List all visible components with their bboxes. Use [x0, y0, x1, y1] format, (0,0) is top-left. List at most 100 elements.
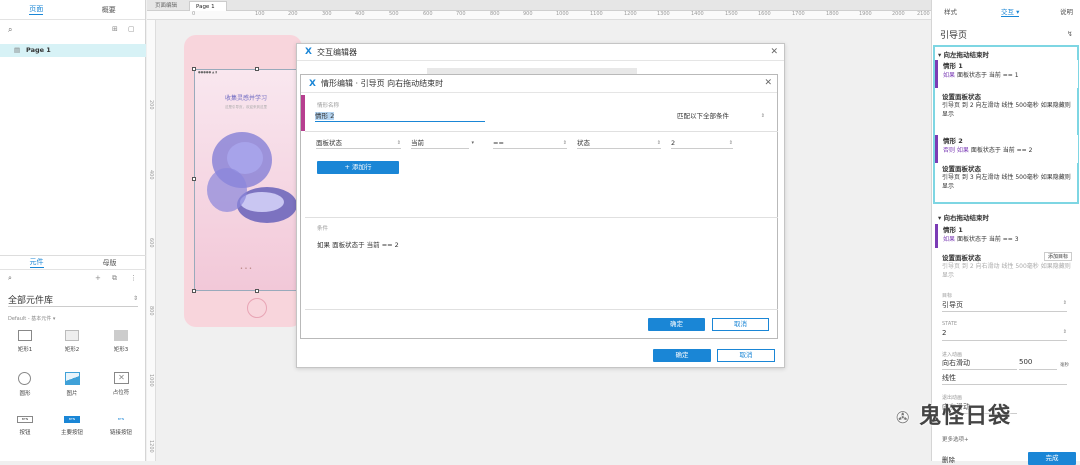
condition-value-type-select[interactable]: 状态 ⇕ [577, 138, 661, 149]
ruler-mark: 1400 [691, 11, 704, 17]
ruler-mark: 1700 [792, 11, 805, 17]
tab-widgets[interactable]: 元件 [29, 257, 44, 268]
action-set-panel-state-2[interactable]: 设置面板状态 引导页 到 3 向左滑动 线性 500毫秒 如果隐藏则显示 [942, 163, 1072, 191]
add-page-icon[interactable]: ▢ [128, 25, 135, 33]
library-select[interactable]: 全部元件库 ⇕ [8, 293, 138, 307]
image-icon [65, 372, 80, 385]
close-icon[interactable]: ✕ [764, 78, 772, 88]
duration-input[interactable]: 500 [1019, 358, 1057, 370]
resize-handle[interactable] [192, 177, 196, 181]
dialog-title-bar: X 交互编辑器 [297, 44, 784, 61]
event-title-drag-right[interactable]: ▾ 向右拖动结束时 [938, 212, 989, 222]
condition-text: 面板状态于 当前 == 2 [970, 147, 1033, 154]
condition-keyword: 如果 [943, 236, 956, 243]
pages-tabs: 页面 概要 [0, 0, 145, 20]
component-circle[interactable]: 圆形 [10, 372, 40, 397]
component-label: 矩形1 [17, 347, 33, 353]
chevron-updown-icon: ⇕ [760, 113, 765, 119]
condition-target-select[interactable]: 当前 ▾ [411, 138, 474, 149]
component-placeholder[interactable]: ✕ 占位符 [106, 372, 136, 396]
target-value: 引导页 [942, 301, 963, 309]
ruler-mark: 1300 [657, 11, 670, 17]
widget-name[interactable]: 引导页 [940, 28, 967, 41]
ruler-mark: 500 [389, 11, 399, 17]
easing-value: 线性 [942, 374, 956, 382]
component-link-button[interactable]: BTN 链接按钮 [106, 416, 136, 436]
component-primary-button[interactable]: BTN 主要按钮 [57, 416, 87, 436]
state-select[interactable]: 2 ⇕ [942, 329, 1067, 341]
condition-type-select[interactable]: 面板状态 ⇕ [316, 138, 401, 149]
resize-handle[interactable] [192, 289, 196, 293]
tab-pages[interactable]: 页面 [29, 4, 44, 15]
resize-handle[interactable] [255, 289, 259, 293]
library-filter[interactable]: Default - 基本元件 ▾ [8, 315, 55, 322]
case-title: 情形 1 [943, 226, 963, 234]
case-accent-bar [301, 95, 305, 131]
easing-select[interactable]: 线性 [942, 373, 1067, 385]
tab-masters[interactable]: 母版 [103, 258, 117, 268]
case-2[interactable]: 情形 2 否则 如果 面板状态于 当前 == 2 [935, 135, 1078, 163]
lib-menu-icon[interactable]: ⋮ [130, 274, 137, 282]
guide-panel-widget[interactable]: ●●●●● ▲ ▮ 收集灵感并学习 这是引导页，欢迎来到这里 • • • [194, 69, 298, 291]
primary-button-icon: BTN [64, 416, 80, 423]
ruler-mark: 600 [423, 11, 433, 17]
delete-button[interactable]: 删除 [942, 454, 955, 464]
ruler-mark: 1200 [148, 440, 154, 453]
component-rect3[interactable]: 矩形3 [106, 330, 136, 353]
condition-operator-select[interactable]: == ⇕ [493, 138, 567, 149]
ruler-mark: 900 [523, 11, 533, 17]
placeholder-icon: ✕ [114, 372, 129, 384]
case-1[interactable]: 情形 1 如果 面板状态于 当前 == 1 [935, 60, 1078, 88]
ruler-mark: 400 [355, 11, 365, 17]
case-condition: 否则 如果 面板状态于 当前 == 2 [938, 145, 1078, 154]
lib-search-icon[interactable]: ⌕ [8, 274, 12, 283]
component-image[interactable]: 图片 [57, 372, 87, 397]
chevron-updown-icon: ⇕ [1062, 329, 1067, 335]
lib-add-icon[interactable]: + [95, 274, 101, 282]
tab-interactions[interactable]: 交互 ▾ [1001, 6, 1020, 17]
case-name-input[interactable]: 情形 2 [315, 111, 485, 122]
page-item[interactable]: ▤ Page 1 [0, 44, 146, 57]
lib-copy-icon[interactable]: ⧉ [112, 274, 117, 283]
lightning-icon[interactable]: ↯ [1067, 30, 1073, 38]
chevron-updown-icon: ⇕ [562, 140, 567, 146]
component-rect1[interactable]: 矩形1 [10, 330, 40, 353]
animate-in-select[interactable]: 向右滑动 [942, 358, 1017, 370]
cancel-button[interactable]: 取消 [712, 318, 769, 331]
match-select[interactable]: 匹配以下全部条件 ⇕ [677, 111, 765, 122]
component-label: 占位符 [112, 390, 130, 396]
add-target-button[interactable]: 添加目标 [1043, 252, 1072, 261]
add-row-button[interactable]: + 添加行 [317, 161, 399, 174]
action-set-panel-state-1[interactable]: 设置面板状态 引导页 到 2 向左滑动 线性 500毫秒 如果隐藏则显示 [942, 91, 1072, 119]
search-icon[interactable]: ⌕ [8, 25, 12, 35]
component-label: 主要按钮 [60, 430, 83, 436]
condition-value-input[interactable]: 2 ⇕ [671, 138, 733, 149]
condition-text: 面板状态于 当前 == 3 [956, 236, 1019, 243]
tab-outline[interactable]: 概要 [102, 5, 116, 15]
done-button[interactable]: 完成 [1028, 452, 1076, 465]
event-title-drag-left[interactable]: ▾ 向左拖动结束时 [938, 49, 989, 59]
add-folder-icon[interactable]: ⊞ [112, 25, 118, 33]
ruler-mark: 0 [192, 11, 196, 17]
action-set-panel-state-3[interactable]: 设置面板状态 添加目标 引导页 到 2 向右滑动 线性 500毫秒 如果隐藏则显… [942, 252, 1072, 280]
ok-button[interactable]: 确定 [653, 349, 711, 362]
ok-button[interactable]: 确定 [648, 318, 705, 331]
action-detail: 引导页 到 2 向左滑动 线性 500毫秒 如果隐藏则显示 [942, 102, 1071, 118]
tab-style[interactable]: 样式 [944, 6, 957, 16]
chevron-updown-icon: ⇕ [396, 140, 401, 146]
component-button[interactable]: BTN 按钮 [10, 416, 40, 436]
close-icon[interactable]: ✕ [770, 47, 778, 57]
case-drag-right-1[interactable]: 情形 1 如果 面板状态于 当前 == 3 [935, 224, 1078, 248]
tab-notes[interactable]: 说明 [1060, 6, 1073, 16]
phone-title: 收集灵感并学习 [224, 95, 267, 102]
resize-handle[interactable] [192, 67, 196, 71]
target-select[interactable]: 引导页 ⇕ [942, 300, 1067, 312]
doc-tab-page1[interactable]: Page 1 [189, 1, 227, 11]
resize-handle[interactable] [255, 67, 259, 71]
cancel-button[interactable]: 取消 [717, 349, 775, 362]
rectangle-icon [114, 330, 128, 341]
doc-tab-page-edit[interactable]: 页面编辑 [149, 1, 183, 11]
case-name-value: 情形 2 [315, 112, 335, 120]
component-rect2[interactable]: 矩形2 [57, 330, 87, 353]
more-options-link[interactable]: 更多选项+ [942, 435, 969, 443]
